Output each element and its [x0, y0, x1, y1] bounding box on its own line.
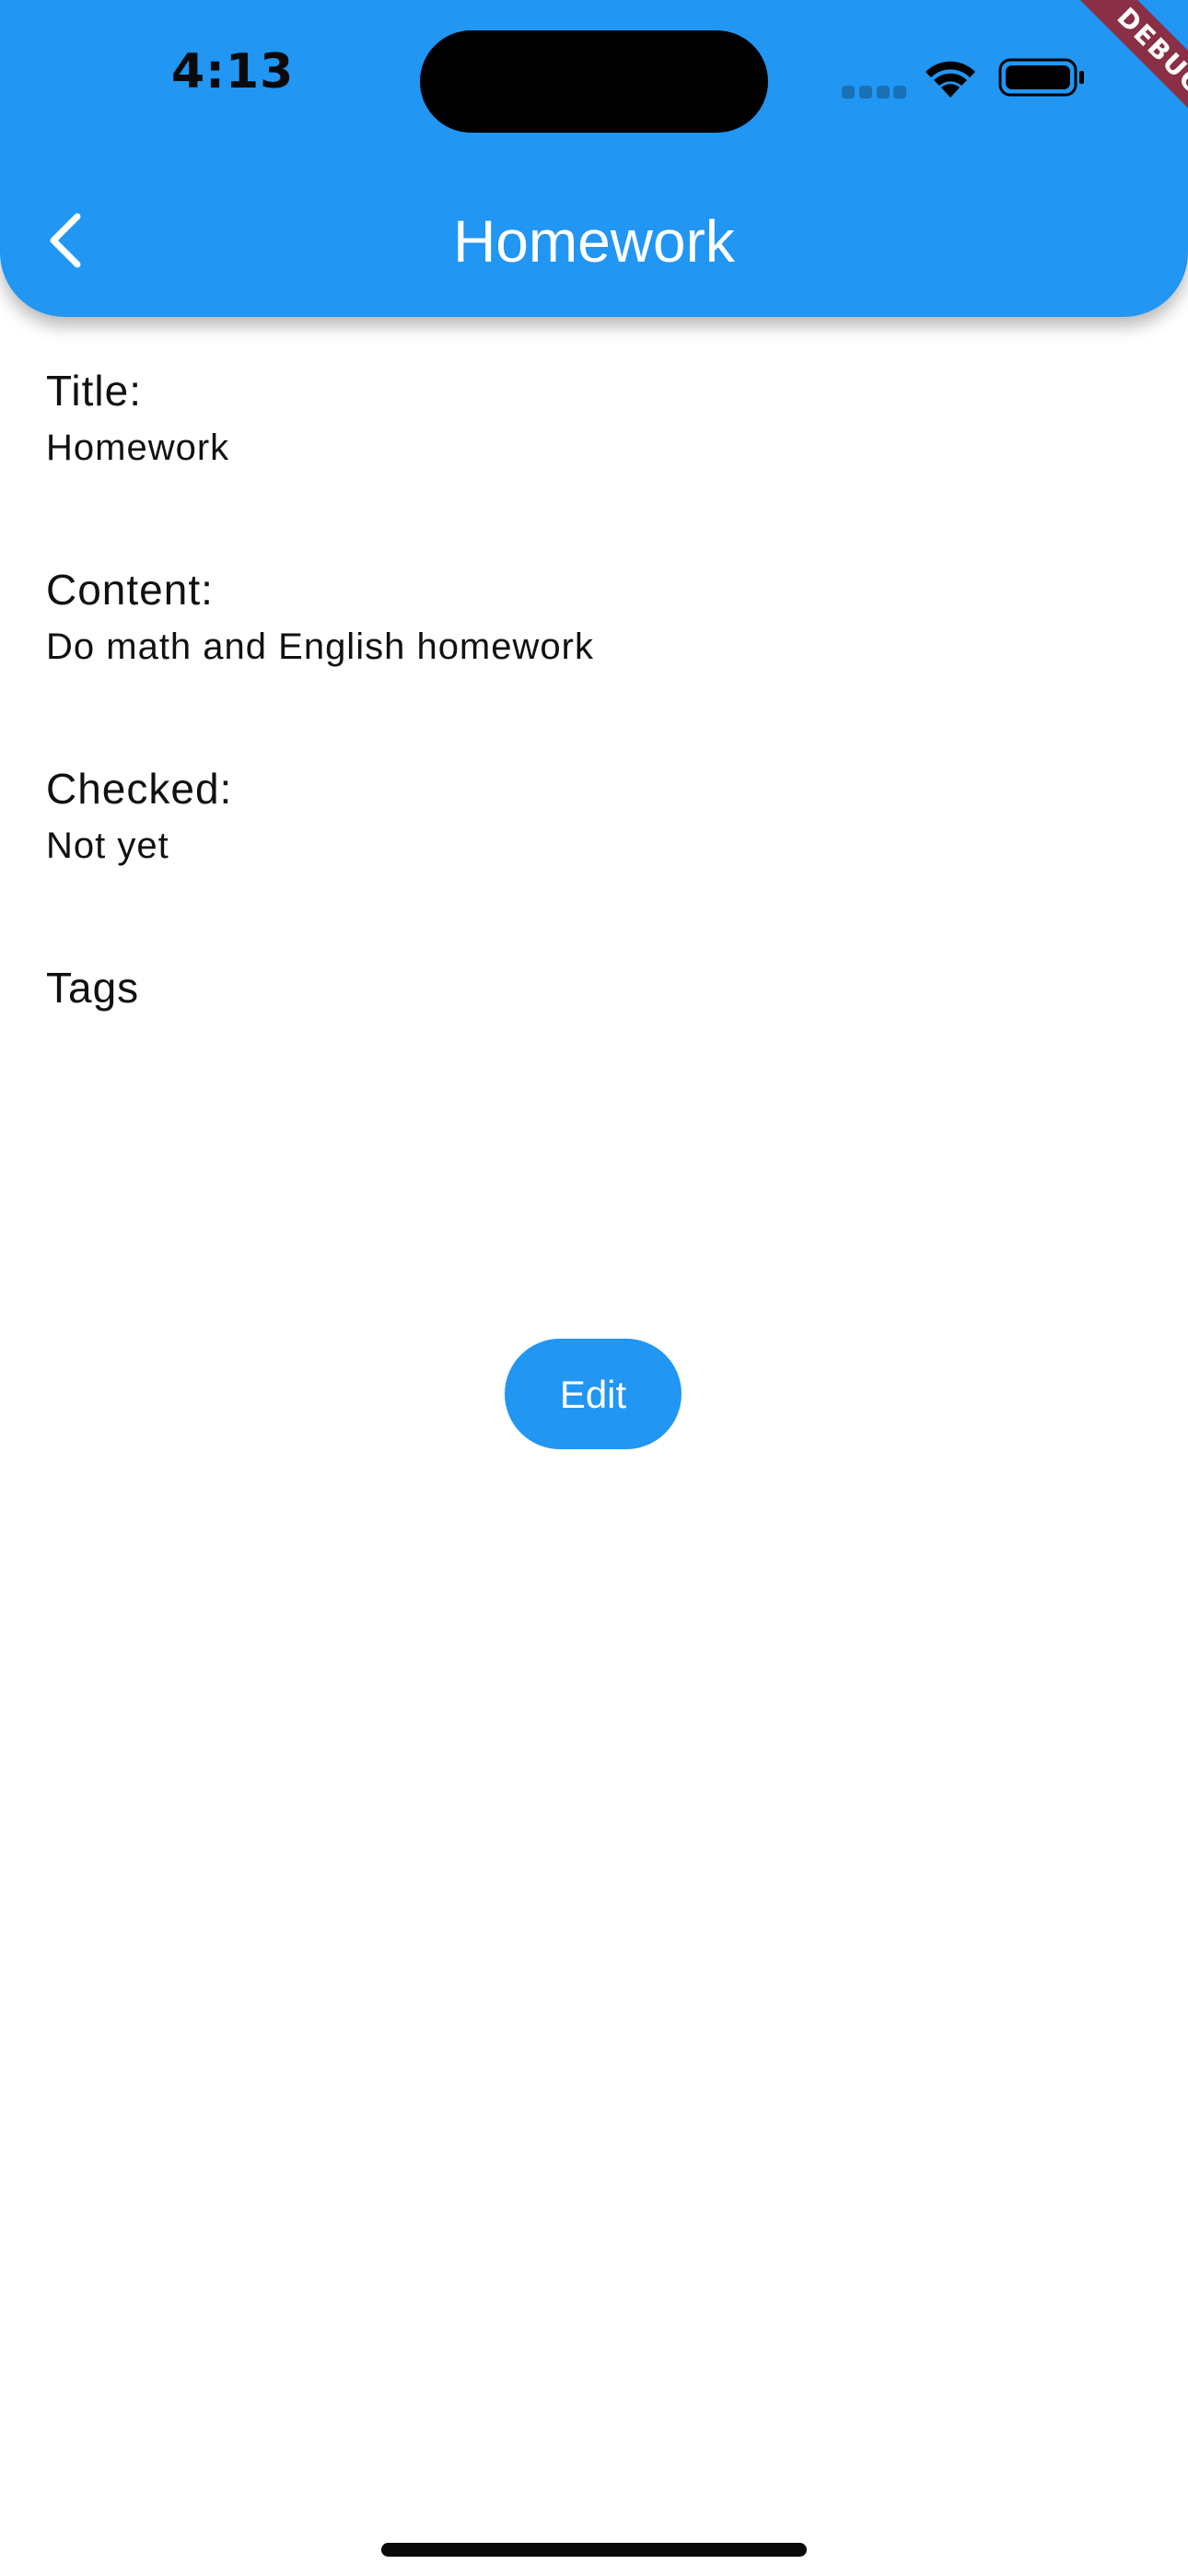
edit-button[interactable]: Edit: [505, 1339, 681, 1449]
dynamic-island: [420, 30, 768, 133]
battery-icon: [998, 58, 1084, 97]
checked-value: Not yet: [46, 825, 169, 866]
home-indicator[interactable]: [381, 2543, 807, 2557]
checked-label: Checked:: [46, 765, 233, 813]
app-bar: 4:13 Homework: [0, 0, 1188, 317]
status-time: 4:13: [171, 44, 295, 100]
note-details: Title: Homework Content: Do math and Eng…: [46, 365, 1133, 1013]
content-field: Content: Do math and English homework: [46, 564, 1133, 671]
title-label: Title:: [46, 367, 142, 415]
tags-label: Tags: [46, 964, 140, 1012]
content-value: Do math and English homework: [46, 626, 594, 667]
page-title: Homework: [453, 208, 735, 275]
wifi-icon: [926, 61, 975, 98]
checked-field: Checked: Not yet: [46, 763, 1133, 870]
cellular-signal-icon: [842, 86, 906, 99]
content-label: Content:: [46, 566, 214, 614]
title-value: Homework: [46, 427, 230, 468]
title-field: Title: Homework: [46, 365, 1133, 472]
